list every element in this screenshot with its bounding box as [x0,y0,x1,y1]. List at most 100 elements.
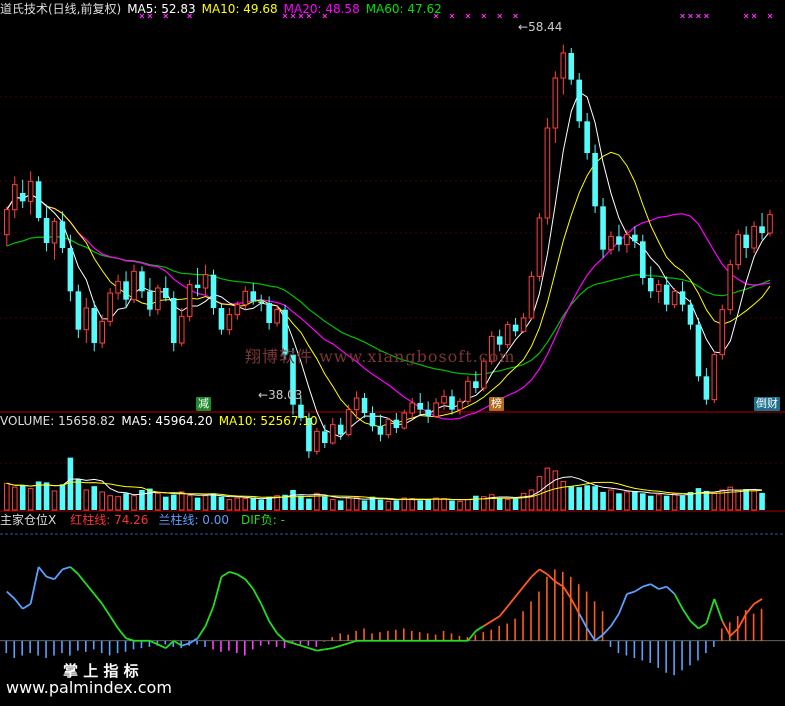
volume-bar-down [91,486,98,510]
indicator-bar [164,640,167,645]
indicator-line-segment [681,608,692,622]
volume-value: VOLUME: 15658.82 [0,414,116,428]
volume-bar-up [242,498,249,511]
candle-body-down [632,234,638,242]
indicator-bar [275,640,278,647]
candle-body-up [727,264,734,311]
candle-body-down [584,121,590,153]
volume-bar-up [99,491,106,511]
indicator-line-segment [705,598,716,624]
candle-body-down [170,298,177,343]
candle-body-down [361,398,368,413]
left-arrow-icon: ← [518,20,529,34]
candle-body-up [624,234,630,246]
volume-bar-up [226,499,233,511]
cross-marker [680,13,685,19]
candle-body-down [425,409,431,417]
indicator-bar [124,640,127,652]
volume-bar-up [751,490,757,511]
indicator-line-segment [300,644,310,650]
candle-body-up [409,402,416,414]
high-price-label: ←58.44 [518,20,563,34]
volume-bar-up [544,467,551,511]
candle-body-down [75,291,82,330]
candle-body-up [242,290,249,306]
indicator-line-segment [666,585,676,595]
indicator-line-segment [220,571,230,578]
indicator-line-segment [77,573,88,585]
volume-bar-up [385,500,392,511]
volume-bar-down [322,496,328,510]
candle-body-up [353,397,360,411]
indicator-line-segment [491,615,501,622]
volume-bar-down [496,498,503,510]
cross-marker [513,13,518,19]
indicator-line-segment [650,583,660,590]
indicator-bar [752,613,755,641]
candle-body-up [767,214,773,234]
indicator-bar [220,640,222,652]
candle-body-up [234,304,241,316]
indicator-bar [395,629,397,641]
signal-tag-reduce: 减 [196,397,211,411]
indicator-bar [689,640,691,666]
candle-body-up [520,317,527,332]
indicator-bar [283,640,286,649]
indicator-bar [315,640,318,647]
candle-body-down [687,304,694,325]
indicator-bar [641,640,644,661]
volume-bar-up [202,495,209,511]
candle-body-up [345,409,352,436]
watermark-palmindex: www.palmindex.com [6,678,172,697]
indicator-line-segment [212,576,223,607]
candle-body-down [147,291,153,310]
indicator-bar [538,591,540,641]
candle-body-down [266,303,272,323]
volume-bar-up [624,491,630,511]
candle-body-down [91,308,98,343]
volume-bar-down [59,484,66,510]
indicator-line-segment [29,566,40,605]
candle-body-down [322,431,328,443]
indicator-bar [490,629,493,641]
volume-bar-down [306,498,312,510]
indicator-bar [347,634,349,641]
indicator-bar [228,640,230,651]
indicator-bar [212,640,214,650]
volume-bar-down [361,500,368,510]
indicator-bar [267,640,270,645]
indicator-line-segment [69,566,79,575]
indicator-line-segment [514,586,525,598]
indicator-line-segment [745,603,755,615]
volume-bar-up [711,492,718,511]
blue-bar-value: 兰柱线: 0.00 [158,513,230,527]
indicator-bar [681,640,683,671]
volume-bar-up [178,491,185,511]
ma5-value: MA5: 52.83 [127,2,196,16]
indicator-line-segment [157,643,167,649]
indicator-bar [92,640,95,650]
watermark-xiangbosoft: 翔博软件 www.xiangbosoft.com [245,347,516,366]
indicator-bar [569,576,572,641]
indicator-line-segment [475,625,485,632]
indicator-bar [53,640,55,656]
indicator-bar [474,634,477,641]
indicator-bar [450,633,453,641]
candle-body-up [11,184,18,211]
candle-body-down [759,226,765,233]
volume-bar-up [504,499,511,511]
indicator-line-segment [252,588,262,605]
volume-bar-down [632,490,638,510]
candle-body-up [671,290,678,306]
candle-body-up [608,235,614,251]
indicator-bar [355,630,357,641]
candle-body-up [544,127,551,219]
volume-bar-up [155,492,161,511]
candle-body-up [735,234,742,266]
candle-body-up [536,217,543,277]
candle-body-down [568,53,575,80]
candle-body-down [59,221,66,248]
indicator-bar [633,640,636,658]
candle-body-down [576,79,582,122]
volume-bar-down [337,500,344,510]
